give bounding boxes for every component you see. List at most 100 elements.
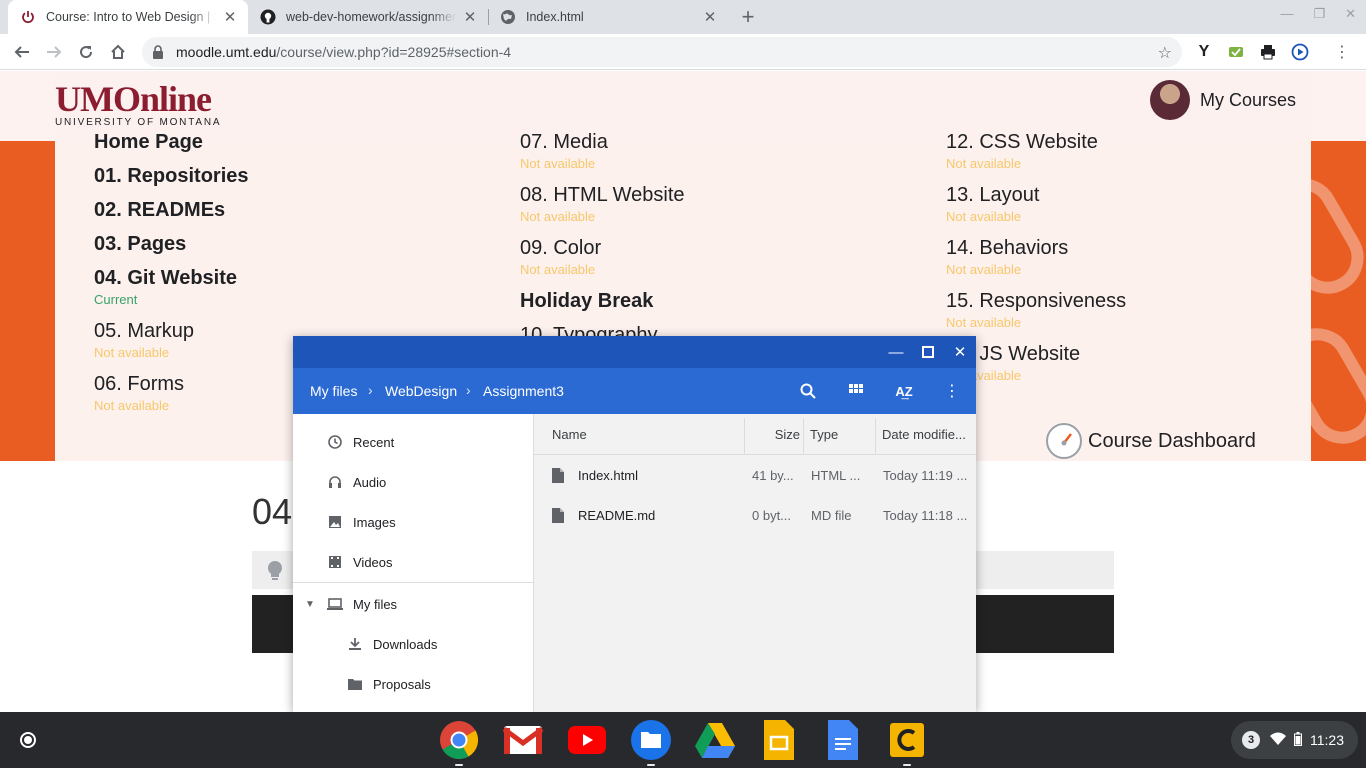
avatar[interactable] [1150,80,1190,120]
column-divider[interactable] [875,418,876,454]
module-status: Current [94,292,138,307]
browser-toolbar: moodle.umt.edu/course/view.php?id=28925#… [0,34,1366,70]
lock-icon[interactable] [152,45,168,59]
module-item[interactable]: 02. READMEs [94,197,249,231]
module-item[interactable]: 03. Pages [94,231,249,265]
status-tray[interactable]: 3 11:23 [1231,721,1358,759]
module-item[interactable]: 13. Layout Not available [946,182,1126,235]
breadcrumb-my-files[interactable]: My files [310,383,357,399]
umonline-logo[interactable]: UMOnline UNIVERSITY OF MONTANA [55,81,222,128]
tab-index-html[interactable]: Index.html ✕ [488,0,728,34]
youtube-icon[interactable] [567,720,607,760]
tab-github[interactable]: web-dev-homework/assignment ✕ [248,0,488,34]
nav-proposals[interactable]: Proposals [293,664,533,704]
printer-extension-icon[interactable] [1258,42,1278,62]
close-icon[interactable]: ✕ [949,341,971,363]
chevron-down-icon[interactable]: ▼ [305,599,319,610]
table-row[interactable]: README.md 0 byt... MD file Today 11:18 .… [534,495,976,535]
module-item[interactable]: 09. Color Not available [520,235,685,288]
close-icon[interactable]: ✕ [702,9,718,26]
film-icon [325,552,345,572]
chrome-icon[interactable] [439,720,479,766]
module-item[interactable]: 05. Markup Not available [94,318,249,371]
nav-videos[interactable]: Videos [293,542,533,582]
module-item[interactable]: 12. CSS Website Not available [946,129,1126,182]
back-button[interactable] [10,40,34,64]
bookmark-star-icon[interactable]: ☆ [1158,43,1172,63]
module-item[interactable]: 07. Media Not available [520,129,685,182]
close-icon[interactable]: ✕ [462,9,478,26]
slides-icon[interactable] [759,720,799,760]
column-divider[interactable] [803,418,804,454]
reload-button[interactable] [74,40,98,64]
logo-subtitle: UNIVERSITY OF MONTANA [55,117,222,128]
module-item[interactable]: 04. Git Website Current [94,265,249,318]
file-name: Index.html [578,467,638,483]
nav-images[interactable]: Images [293,502,533,542]
close-icon[interactable]: ✕ [1345,6,1356,22]
nav-label: Videos [353,554,393,570]
grid-view-icon[interactable] [845,380,867,402]
column-header-name[interactable]: Name [552,414,742,454]
module-item[interactable]: Home Page [94,129,249,163]
nav-audio[interactable]: Audio [293,462,533,502]
file-name: README.md [578,507,656,523]
my-courses-menu[interactable]: My Courses [1150,80,1296,120]
maximize-icon[interactable] [917,341,939,363]
address-bar[interactable]: moodle.umt.edu/course/view.php?id=28925#… [142,37,1182,67]
forward-button[interactable] [42,40,66,64]
globe-icon [500,9,516,25]
breadcrumb-assignment3[interactable]: Assignment3 [483,383,564,399]
module-item[interactable]: Holiday Break [520,288,685,322]
grammar-extension-icon[interactable] [1226,42,1246,62]
docs-icon[interactable] [823,720,863,760]
module-status: Not available [94,345,170,360]
nav-my-files[interactable]: ▼ My files [293,584,533,624]
wifi-icon [1270,732,1286,748]
arrow-right-icon [47,46,62,58]
module-name: 01. Repositories [94,165,249,187]
screencast-extension-icon[interactable] [1290,42,1310,62]
gauge-icon [1046,423,1082,459]
nav-downloads[interactable]: Downloads [293,624,533,664]
new-tab-button[interactable]: + [736,4,760,29]
column-header-date[interactable]: Date modifie... [882,414,968,454]
drive-icon[interactable] [695,720,735,760]
url-path: /course/view.php?id=28925#section-4 [276,44,512,60]
module-name: 02. READMEs [94,199,226,221]
column-header-type[interactable]: Type [810,414,870,454]
module-item[interactable]: 01. Repositories [94,163,249,197]
module-item[interactable]: 15. Responsiveness Not available [946,288,1126,341]
module-item[interactable]: 06. Forms Not available [94,371,249,424]
gmail-icon[interactable] [503,720,543,760]
table-row[interactable]: Index.html 41 by... HTML ... Today 11:19… [534,455,976,495]
folder-icon [345,674,365,694]
window-controls: — ❐ ✕ [1280,6,1356,22]
caret-icon[interactable] [887,720,927,766]
sort-az-icon[interactable]: A͢Z [893,380,915,402]
breadcrumb-webdesign[interactable]: WebDesign [385,383,457,399]
column-header-size[interactable]: Size [752,414,802,454]
nav-recent[interactable]: Recent [293,422,533,462]
y-extension-icon[interactable]: Y [1194,42,1214,62]
close-icon[interactable]: ✕ [222,9,238,26]
module-item[interactable]: 14. Behaviors Not available [946,235,1126,288]
running-indicator [455,764,463,766]
files-titlebar[interactable]: — ✕ [293,336,976,368]
launcher-button[interactable] [10,722,46,758]
column-divider[interactable] [744,418,745,454]
search-icon[interactable] [797,380,819,402]
file-type: HTML ... [811,467,861,483]
module-item[interactable]: 08. HTML Website Not available [520,182,685,235]
restore-icon[interactable]: ❐ [1313,6,1325,22]
course-dashboard-link[interactable]: Course Dashboard [1046,423,1256,459]
minimize-icon[interactable]: — [885,341,907,363]
tab-course-intro[interactable]: Course: Intro to Web Design | Sp ✕ [8,0,248,34]
home-button[interactable] [106,40,130,64]
minimize-icon[interactable]: — [1280,6,1293,22]
chrome-menu-icon[interactable]: ⋮ [1332,42,1352,62]
files-icon[interactable] [631,720,671,766]
more-options-icon[interactable]: ⋮ [941,380,963,402]
laptop-icon [325,594,345,614]
module-name: Holiday Break [520,290,654,312]
